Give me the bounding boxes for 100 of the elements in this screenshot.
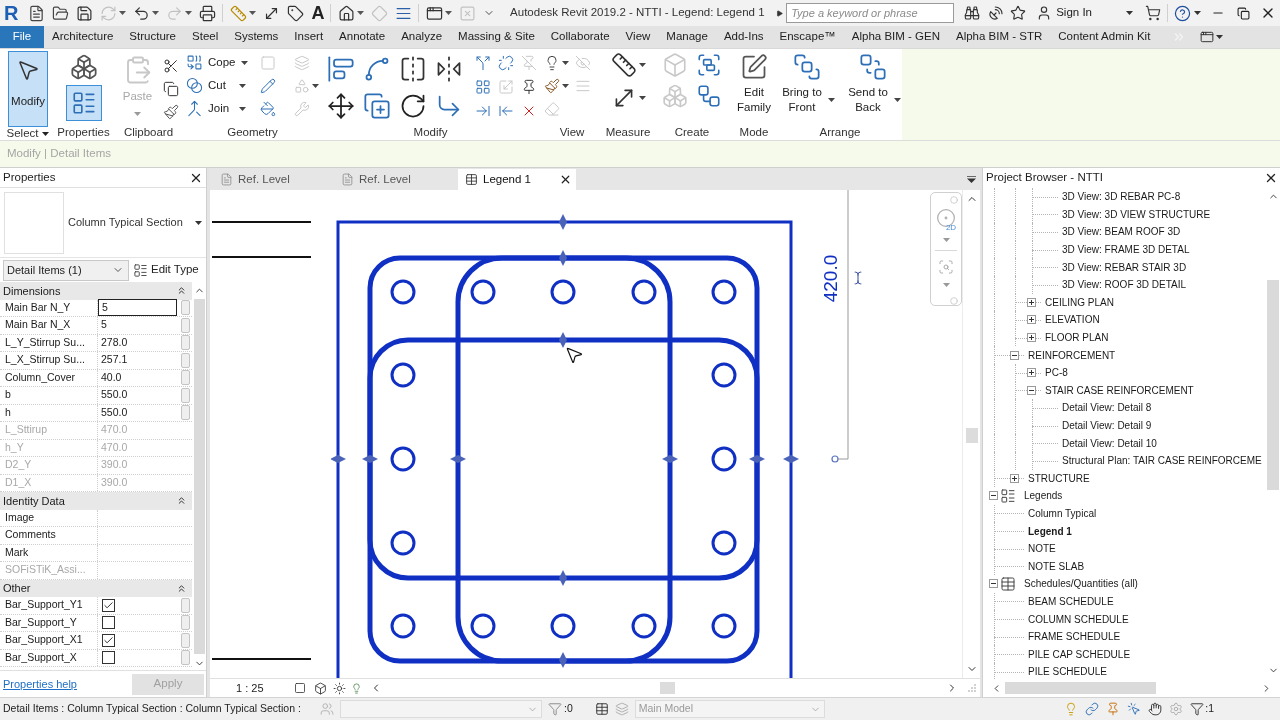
- tag-icon[interactable]: [287, 4, 305, 22]
- group-icon[interactable]: [696, 51, 722, 78]
- cut-button[interactable]: Cut: [186, 74, 248, 97]
- file-tab[interactable]: File: [0, 26, 44, 48]
- ribbon-tab[interactable]: Architecture: [44, 26, 122, 48]
- cart-icon[interactable]: [1145, 5, 1161, 21]
- scroll-thumb[interactable]: [1005, 682, 1156, 694]
- modify-button[interactable]: Modify: [8, 51, 48, 127]
- document-tab[interactable]: Legend 1: [458, 169, 576, 190]
- table-icon[interactable]: [594, 702, 609, 716]
- value-field[interactable]: 278.0: [98, 335, 172, 350]
- paint-bucket-icon[interactable]: [259, 100, 276, 117]
- lightbulb-icon[interactable]: [544, 54, 560, 71]
- paintbrush-icon[interactable]: [162, 103, 179, 120]
- caret-icon[interactable]: [445, 11, 453, 15]
- folder-icon[interactable]: [52, 4, 70, 22]
- group-header[interactable]: Other: [3, 580, 31, 597]
- ribbon-tab[interactable]: Massing & Site: [450, 26, 543, 48]
- star-icon[interactable]: [1010, 5, 1027, 21]
- align-icon[interactable]: [326, 54, 355, 83]
- caret-icon[interactable]: [776, 9, 784, 17]
- value-field[interactable]: 550.0: [98, 405, 172, 420]
- ribbon-tab[interactable]: Collaborate: [542, 26, 618, 48]
- expand-icon[interactable]: [1027, 315, 1036, 325]
- expand-icon[interactable]: [1010, 473, 1019, 483]
- expand-icon[interactable]: [1027, 297, 1036, 307]
- house-icon[interactable]: [338, 4, 356, 22]
- satellite-dish-icon[interactable]: [988, 5, 1005, 21]
- document-icon[interactable]: [28, 4, 46, 22]
- ribbon-tab[interactable]: Insert: [286, 26, 332, 48]
- workflow-icon[interactable]: [696, 82, 722, 109]
- expand-icon[interactable]: [1027, 333, 1036, 343]
- close-icon[interactable]: [559, 173, 572, 186]
- edit-family-button[interactable]: Edit Family: [732, 49, 776, 116]
- broken-link-icon[interactable]: [497, 54, 514, 71]
- ribbon-tab[interactable]: Content Admin Kit: [1050, 26, 1159, 48]
- ribbon-tab[interactable]: Alpha BIM - GEN: [843, 26, 948, 48]
- square-icon[interactable]: [293, 682, 306, 694]
- copy-plus-icon[interactable]: [362, 91, 391, 120]
- undo-icon[interactable]: [133, 4, 151, 22]
- ribbon-tab[interactable]: Systems: [226, 26, 287, 48]
- caret-icon[interactable]: [828, 98, 835, 102]
- caret-icon[interactable]: [562, 83, 569, 88]
- scroll-thumb[interactable]: [966, 428, 978, 443]
- ruler-icon[interactable]: [610, 51, 637, 78]
- scroll-thumb[interactable]: [659, 682, 675, 694]
- send-to-back-button[interactable]: Send to Back: [844, 49, 902, 116]
- bring-to-front-button[interactable]: Bring to Front: [778, 49, 836, 116]
- ribbon-tab[interactable]: Enscape™: [771, 26, 844, 48]
- ribbon-tab[interactable]: View: [617, 26, 659, 48]
- browser-item[interactable]: Legends: [1023, 488, 1063, 504]
- element-filter-dropdown[interactable]: Detail Items (1): [3, 259, 129, 281]
- dropdown-caret-icon[interactable]: [967, 175, 976, 183]
- value-field[interactable]: 40.0: [98, 370, 172, 385]
- checkbox[interactable]: [102, 616, 115, 630]
- caret-icon[interactable]: [894, 98, 901, 102]
- checkbox[interactable]: [102, 598, 115, 612]
- link-icon[interactable]: [1085, 702, 1100, 716]
- window-icon[interactable]: [1200, 30, 1215, 44]
- paintbrush-icon[interactable]: [544, 77, 560, 94]
- pointer-click-icon[interactable]: [1127, 702, 1142, 716]
- pencil-icon[interactable]: [259, 77, 276, 94]
- value-field[interactable]: 5: [98, 299, 177, 317]
- caret-icon[interactable]: [638, 95, 646, 100]
- properties-button[interactable]: [65, 85, 102, 121]
- caret-icon[interactable]: [357, 11, 365, 15]
- caret-icon[interactable]: [152, 11, 160, 15]
- sign-in-button[interactable]: Sign In: [1036, 4, 1092, 22]
- caret-icon[interactable]: [239, 106, 246, 111]
- caret-icon[interactable]: [249, 11, 257, 15]
- resize-grip-icon[interactable]: [968, 684, 976, 692]
- move-arrows-icon[interactable]: [326, 91, 355, 120]
- ribbon-tab[interactable]: Manage: [658, 26, 716, 48]
- hand-icon[interactable]: [1148, 702, 1163, 716]
- sun-icon[interactable]: [332, 681, 346, 695]
- caret-icon[interactable]: [239, 83, 246, 88]
- caret-icon[interactable]: [1194, 11, 1201, 15]
- ribbon-tab[interactable]: Alpha BIM - STR: [948, 26, 1051, 48]
- scroll-thumb[interactable]: [1267, 280, 1279, 490]
- caret-icon[interactable]: [638, 62, 646, 67]
- save-icon[interactable]: [76, 4, 94, 22]
- value-field[interactable]: 5: [98, 318, 172, 333]
- checkbox[interactable]: [102, 651, 115, 665]
- caret-icon[interactable]: [240, 60, 248, 65]
- caret-icon[interactable]: [1126, 11, 1133, 15]
- windows-icon[interactable]: [426, 4, 444, 22]
- scroll-thumb[interactable]: [193, 299, 205, 654]
- ribbon-tab[interactable]: Steel: [184, 26, 227, 48]
- restore-icon[interactable]: [1237, 6, 1250, 20]
- text-tool-glyph[interactable]: A: [311, 4, 325, 22]
- cope-button[interactable]: Cope: [186, 51, 248, 74]
- caret-icon[interactable]: [1216, 35, 1224, 39]
- help-icon[interactable]: [1174, 4, 1191, 22]
- search-field[interactable]: Type a keyword or phrase: [786, 3, 955, 23]
- value-field[interactable]: 550.0: [98, 388, 172, 403]
- scissors-icon[interactable]: [162, 57, 179, 74]
- browser-item[interactable]: Column Typical: [1027, 506, 1097, 521]
- view-scale[interactable]: 1 : 25: [236, 679, 264, 697]
- panel-label[interactable]: Select: [6, 127, 39, 140]
- join-button[interactable]: Join: [186, 97, 248, 120]
